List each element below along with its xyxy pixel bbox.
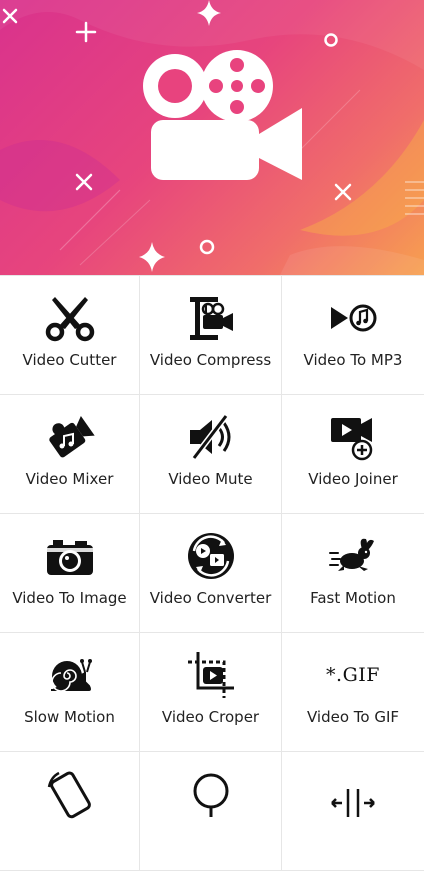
tool-label: Video To Image <box>12 589 127 607</box>
tools-grid: Video Cutter Video Compress Video To MP3 <box>0 275 424 871</box>
tool-video-to-gif[interactable]: *.GIF Video To GIF <box>282 633 424 752</box>
crop-icon <box>187 652 234 698</box>
tool-label: Video Converter <box>149 589 272 607</box>
tool-video-joiner[interactable]: Video Joiner <box>282 395 424 514</box>
gif-text: *.GIF <box>326 664 380 686</box>
gif-icon: *.GIF <box>326 650 380 700</box>
tool-label: Video To GIF <box>306 708 400 726</box>
mirror-icon <box>193 773 228 817</box>
tool-label: Video Mute <box>168 470 253 488</box>
tool-mirror[interactable] <box>140 752 282 871</box>
photo-camera-icon <box>46 540 93 575</box>
tool-label: Video Cutter <box>22 351 117 369</box>
play-music-icon <box>331 304 377 332</box>
tool-video-converter[interactable]: Video Converter <box>140 514 282 633</box>
tool-video-croper[interactable]: Video Croper <box>140 633 282 752</box>
split-icon <box>331 789 375 817</box>
tool-video-cutter[interactable]: Video Cutter <box>0 276 140 395</box>
scissors-icon <box>45 297 94 342</box>
tool-rotate[interactable] <box>0 752 140 871</box>
movie-camera-icon <box>143 50 302 180</box>
tool-label: Video Mixer <box>25 470 114 488</box>
tool-video-to-mp3[interactable]: Video To MP3 <box>282 276 424 395</box>
tool-label: Video Joiner <box>308 470 398 488</box>
tool-label: Video Compress <box>149 351 272 369</box>
header-banner <box>0 0 424 275</box>
video-add-icon <box>331 418 373 461</box>
tool-fast-motion[interactable]: Fast Motion <box>282 514 424 633</box>
tool-label: Video To MP3 <box>303 351 403 369</box>
rabbit-icon <box>329 538 374 571</box>
speaker-mute-icon <box>189 414 230 460</box>
camera-music-icon <box>48 415 95 458</box>
tool-label: Fast Motion <box>310 589 396 607</box>
snail-icon <box>50 659 92 692</box>
tool-split[interactable] <box>282 752 424 871</box>
tool-video-mixer[interactable]: Video Mixer <box>0 395 140 514</box>
tool-slow-motion[interactable]: Slow Motion <box>0 633 140 752</box>
tool-video-to-image[interactable]: Video To Image <box>0 514 140 633</box>
tool-label: Slow Motion <box>24 708 115 726</box>
tool-video-compress[interactable]: Video Compress <box>140 276 282 395</box>
clamp-camera-icon <box>189 297 233 340</box>
convert-icon <box>187 533 234 579</box>
tool-video-mute[interactable]: Video Mute <box>140 395 282 514</box>
rotate-icon <box>47 771 91 819</box>
tool-label: Video Croper <box>161 708 260 726</box>
